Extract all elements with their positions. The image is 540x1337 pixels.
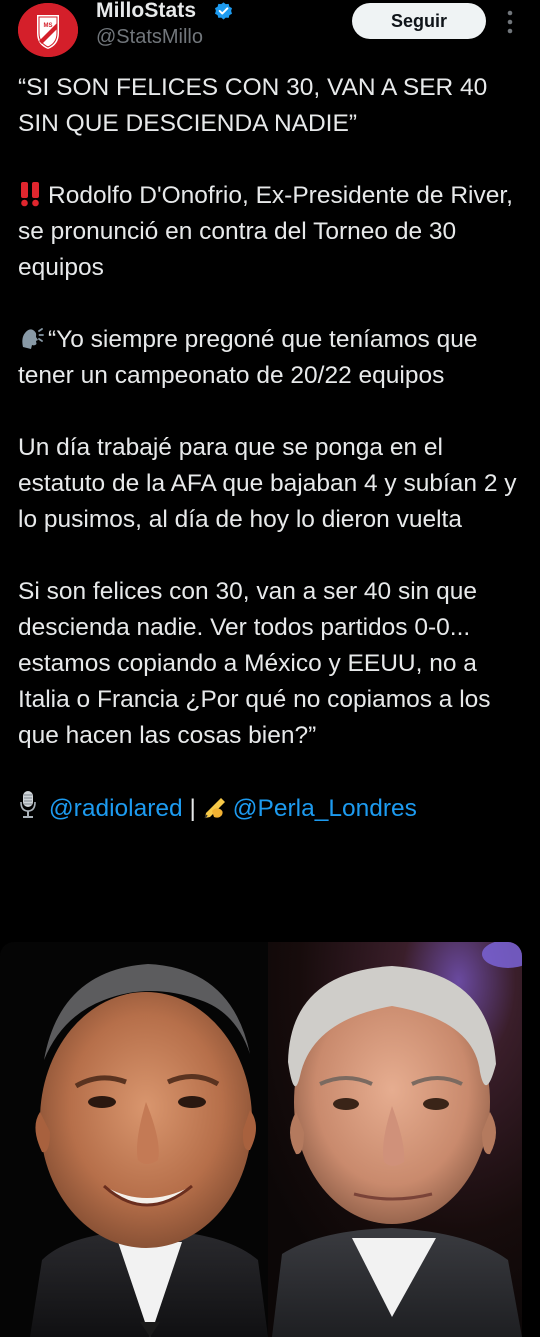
mention-perla-londres[interactable]: @Perla_Londres: [233, 795, 417, 822]
follow-button[interactable]: Seguir: [352, 3, 486, 39]
tweet-header: MS MilloStats @StatsMillo Seguir: [0, 0, 540, 62]
avatar[interactable]: MS: [18, 3, 78, 57]
tweet-credits: @radiolared | @Perla_Londres: [18, 790, 530, 827]
two-portraits-photo: [0, 942, 522, 1337]
tweet-media[interactable]: [0, 942, 522, 1337]
tweet-quote-3: Si son felices con 30, van a ser 40 sin …: [18, 578, 491, 749]
river-shield-icon: MS: [18, 3, 78, 57]
mention-radiolared[interactable]: @radiolared: [49, 795, 183, 822]
left-portrait: [30, 964, 268, 1337]
more-options-icon[interactable]: [500, 8, 520, 36]
tweet-intro-paragraph: Rodolfo D'Onofrio, Ex-Presidente de Rive…: [18, 178, 530, 286]
tweet-quote-2: Un día trabajé para que se ponga en el e…: [18, 434, 517, 533]
tweet-quote-1-paragraph: “Yo siempre pregoné que teníamos que ten…: [18, 322, 530, 394]
studio-microphone-icon: [20, 791, 36, 818]
tweet-headline: “SI SON FELICES CON 30, VAN A SER 40 SIN…: [18, 74, 488, 137]
writing-hand-icon: [204, 798, 225, 819]
tweet-text: “SI SON FELICES CON 30, VAN A SER 40 SIN…: [18, 70, 530, 827]
verified-badge-icon: [215, 2, 232, 20]
author-handle[interactable]: @StatsMillo: [96, 26, 203, 49]
double-exclamation-icon: [21, 182, 39, 207]
author-name[interactable]: MilloStats: [96, 0, 196, 23]
tweet-intro-text: Rodolfo D'Onofrio, Ex-Presidente de Rive…: [18, 182, 513, 281]
credit-separator: |: [189, 795, 196, 822]
speaking-head-icon: [22, 328, 44, 349]
tweet-quote-1-text: “Yo siempre pregoné que teníamos que ten…: [18, 326, 478, 389]
svg-text:MS: MS: [44, 23, 53, 29]
